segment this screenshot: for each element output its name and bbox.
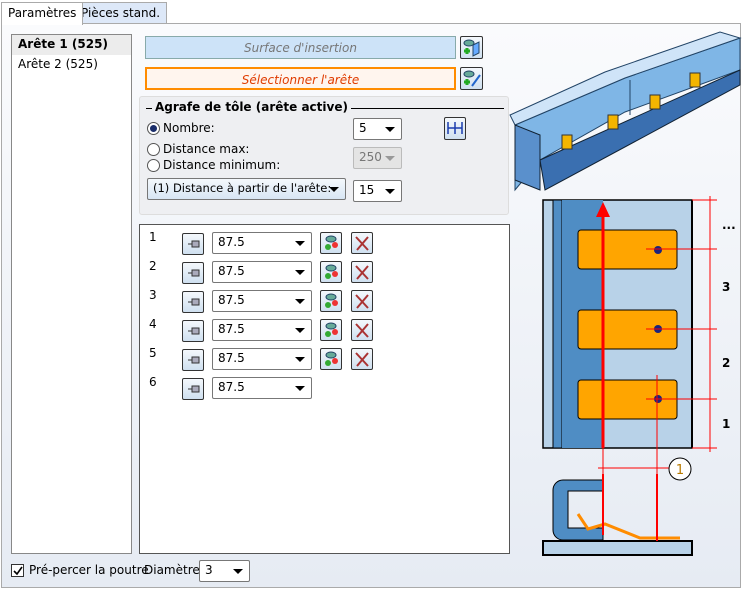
add-clip-icon[interactable] — [320, 232, 342, 254]
delete-icon[interactable] — [351, 232, 373, 254]
pin-icon[interactable] — [182, 349, 204, 371]
distance-max-radio[interactable] — [147, 143, 160, 156]
delete-icon[interactable] — [351, 261, 373, 283]
nombre-combo[interactable]: 5 — [353, 118, 402, 140]
row-distance-combo[interactable]: 87.5 — [212, 261, 312, 283]
distance-combo[interactable]: 250 — [353, 147, 402, 169]
prepierce-label: Pré-percer la poutre — [29, 563, 149, 577]
edge-distance-combo[interactable]: 15 — [353, 180, 402, 202]
pick-edge-icon[interactable] — [460, 67, 483, 90]
row-distance-combo[interactable]: 87.5 — [212, 290, 312, 312]
row-index: 6 — [149, 375, 157, 389]
pin-icon[interactable] — [182, 378, 204, 400]
add-clip-icon[interactable] — [320, 261, 342, 283]
prepierce-checkbox[interactable] — [11, 564, 24, 577]
row-index: 2 — [149, 259, 157, 273]
nombre-label: Nombre: — [163, 121, 215, 135]
distance-min-label: Distance minimum: — [163, 158, 281, 172]
tab-pieces-standard[interactable]: Pièces stand. — [74, 2, 168, 24]
pick-surface-icon[interactable] — [460, 36, 483, 59]
distribute-icon[interactable] — [444, 117, 466, 140]
add-clip-icon[interactable] — [320, 319, 342, 341]
group-title: Agrafe de tôle (arête active) — [152, 100, 351, 114]
row-index: 1 — [149, 230, 157, 244]
pin-icon[interactable] — [182, 262, 204, 284]
pin-icon[interactable] — [182, 291, 204, 313]
row-distance-combo[interactable]: 87.5 — [212, 319, 312, 341]
row-index: 3 — [149, 288, 157, 302]
insertion-surface-button[interactable]: Surface d'insertion — [145, 36, 456, 59]
row-distance-combo[interactable]: 87.5 — [212, 377, 312, 399]
distance-mode-combo[interactable]: (1) Distance à partir de l'arête: — [147, 178, 346, 200]
edge-item-2[interactable]: Arête 2 (525) — [12, 55, 131, 75]
clip-group: Agrafe de tôle (arête active) Nombre: 5 … — [139, 96, 509, 215]
distance-max-label: Distance max: — [163, 142, 250, 156]
row-distance-combo[interactable]: 87.5 — [212, 232, 312, 254]
select-edge-button[interactable]: Sélectionner l'arête — [145, 67, 456, 90]
distance-min-radio[interactable] — [147, 159, 160, 172]
diameter-label: Diamètre: — [144, 563, 204, 577]
row-index: 4 — [149, 317, 157, 331]
add-clip-icon[interactable] — [320, 348, 342, 370]
add-clip-icon[interactable] — [320, 290, 342, 312]
nombre-radio[interactable] — [147, 122, 160, 135]
delete-icon[interactable] — [351, 319, 373, 341]
edge-list[interactable]: Arête 1 (525) Arête 2 (525) — [11, 34, 132, 554]
delete-icon[interactable] — [351, 290, 373, 312]
edge-item-1[interactable]: Arête 1 (525) — [12, 35, 131, 55]
row-index: 5 — [149, 346, 157, 360]
row-distance-combo[interactable]: 87.5 — [212, 348, 312, 370]
delete-icon[interactable] — [351, 348, 373, 370]
diameter-combo[interactable]: 3 — [199, 560, 250, 582]
tab-parametres[interactable]: Paramètres — [1, 2, 84, 25]
pin-icon[interactable] — [182, 320, 204, 342]
clip-rows-list: 1 87.5 2 87.5 3 87.5 4 87.5 5 87.5 6 87.… — [139, 224, 510, 554]
pin-icon[interactable] — [182, 233, 204, 255]
